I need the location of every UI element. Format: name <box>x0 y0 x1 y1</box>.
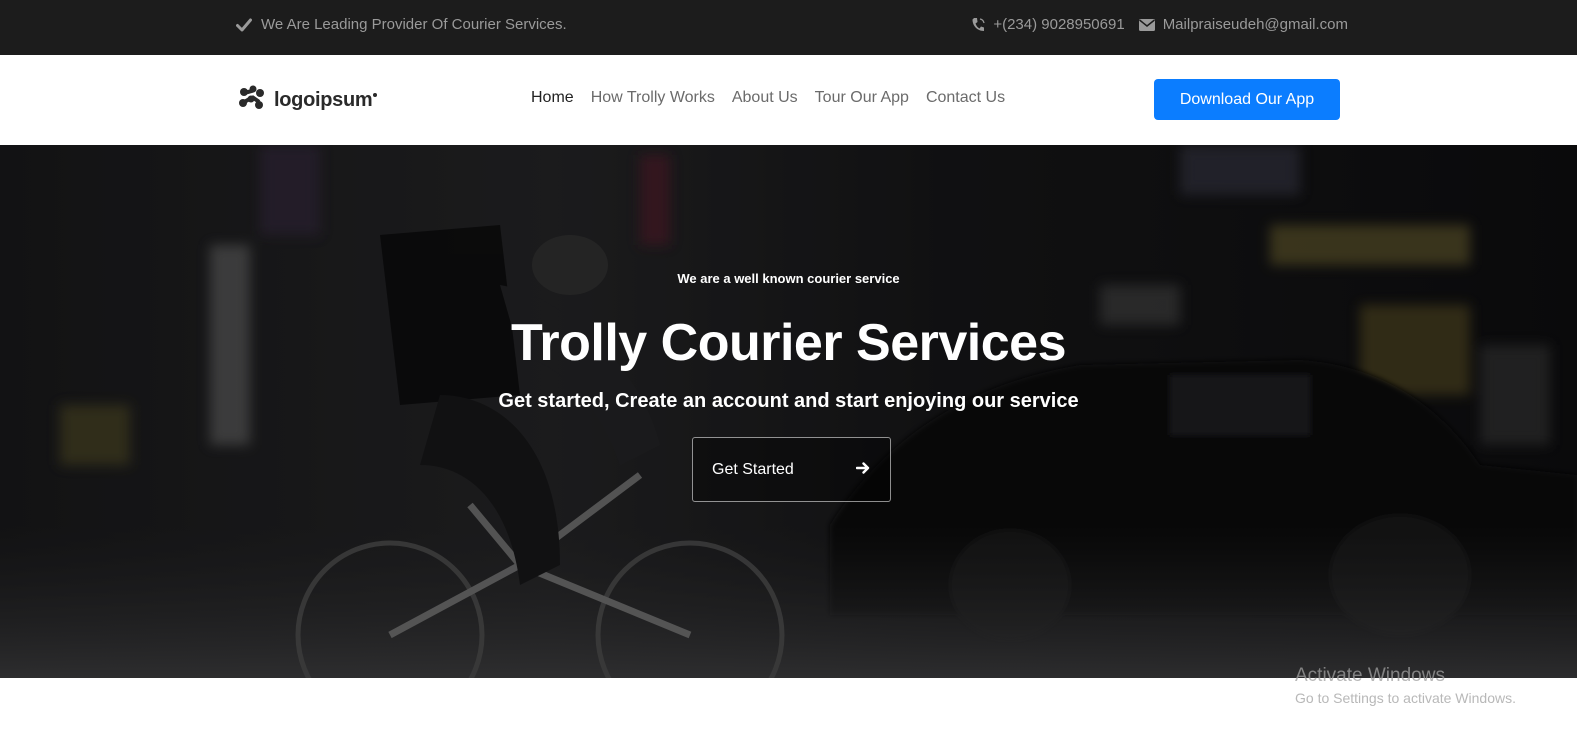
topbar-phone[interactable]: +(234) 9028950691 <box>971 16 1125 33</box>
topbar-email[interactable]: Mailpraiseudeh@gmail.com <box>1138 16 1348 33</box>
nav-link-home[interactable]: Home <box>531 89 574 107</box>
top-info-bar: We Are Leading Provider Of Courier Servi… <box>0 0 1577 55</box>
topbar-tagline-text: We Are Leading Provider Of Courier Servi… <box>261 16 567 33</box>
nav-link-tour-our-app[interactable]: Tour Our App <box>815 89 909 107</box>
windows-activation-watermark: Activate Windows Go to Settings to activ… <box>1295 665 1516 706</box>
topbar-phone-text: +(234) 9028950691 <box>993 16 1125 33</box>
nav-link-contact-us[interactable]: Contact Us <box>926 89 1005 107</box>
hero-content: We are a well known courier service Trol… <box>0 145 1577 678</box>
logo-text: logoipsum <box>274 89 373 111</box>
hero-section: We are a well known courier service Trol… <box>0 145 1577 678</box>
watermark-subtitle: Go to Settings to activate Windows. <box>1295 690 1516 706</box>
phone-icon <box>971 17 985 33</box>
logo[interactable]: logoipsum <box>238 85 378 116</box>
download-app-button[interactable]: Download Our App <box>1154 79 1340 120</box>
envelope-icon <box>1138 18 1155 31</box>
topbar-email-text: Mailpraiseudeh@gmail.com <box>1162 16 1348 33</box>
get-started-label: Get Started <box>712 460 794 478</box>
nav-link-how-trolly-works[interactable]: How Trolly Works <box>591 89 715 107</box>
hero-subtitle: Get started, Create an account and start… <box>498 390 1079 412</box>
primary-nav: Home How Trolly Works About Us Tour Our … <box>531 89 1005 107</box>
get-started-button[interactable]: Get Started <box>692 437 891 502</box>
hero-title: Trolly Courier Services <box>511 314 1067 372</box>
watermark-title: Activate Windows <box>1295 665 1445 686</box>
check-icon <box>236 18 252 32</box>
logo-mark-icon <box>238 85 266 116</box>
nav-link-about-us[interactable]: About Us <box>732 89 798 107</box>
arrow-right-icon <box>855 461 870 479</box>
topbar-tagline: We Are Leading Provider Of Courier Servi… <box>236 16 567 33</box>
hero-tagline: We are a well known courier service <box>677 271 900 286</box>
main-navbar: logoipsum Home How Trolly Works About Us… <box>0 55 1577 145</box>
logo-dot <box>373 92 378 97</box>
